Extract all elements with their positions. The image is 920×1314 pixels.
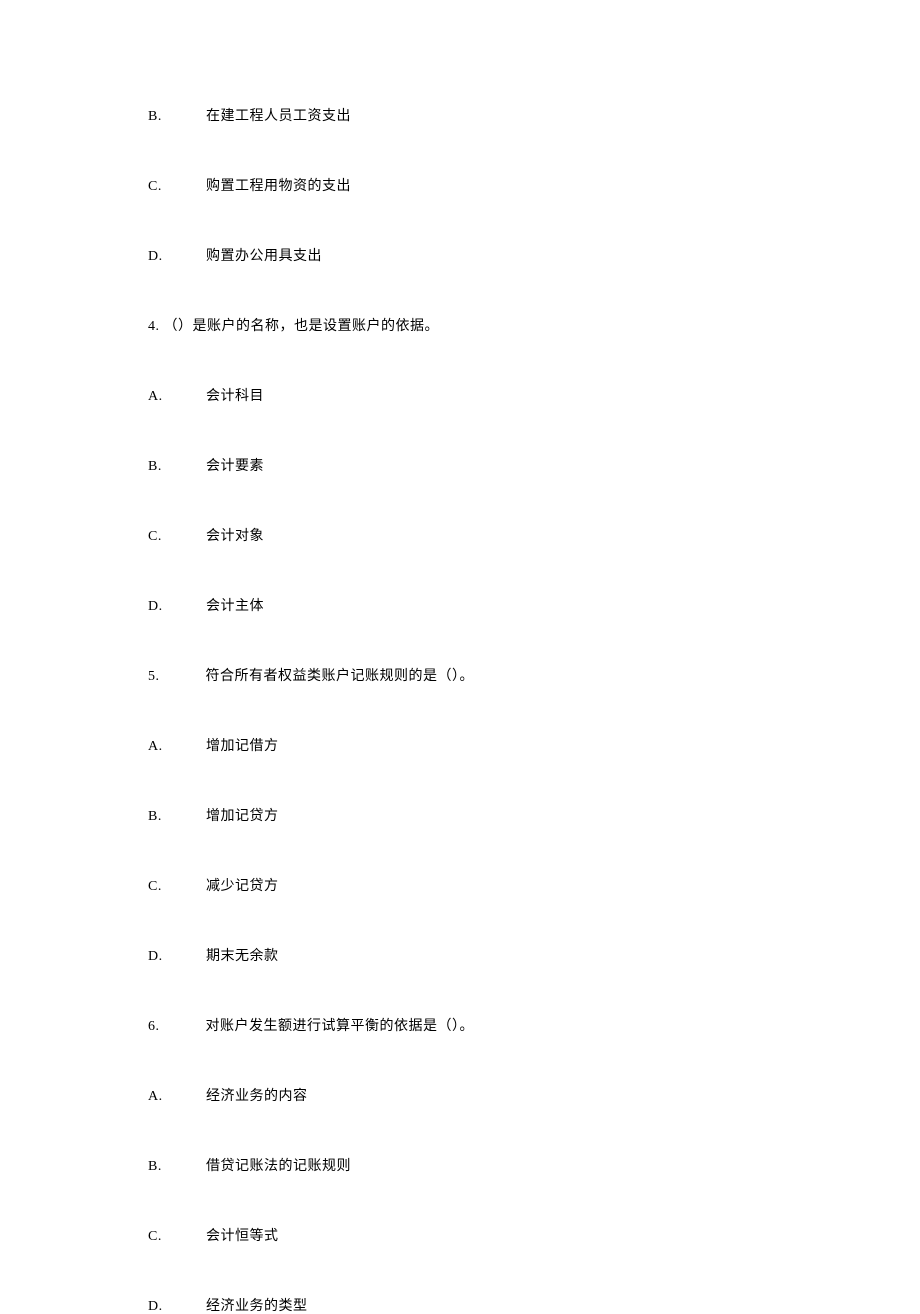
option-label: A. bbox=[148, 1090, 202, 1104]
question-number: 6. bbox=[148, 1020, 160, 1034]
option-line: D. 会计主体 bbox=[148, 600, 772, 614]
option-label: A. bbox=[148, 390, 202, 404]
question-number: 5. bbox=[148, 670, 160, 684]
option-text: 借贷记账法的记账规则 bbox=[206, 1159, 351, 1174]
option-line: A. 增加记借方 bbox=[148, 740, 772, 754]
option-line: C. 减少记贷方 bbox=[148, 880, 772, 894]
option-text: 经济业务的内容 bbox=[206, 1089, 308, 1104]
option-label: B. bbox=[148, 810, 202, 824]
option-text: 会计要素 bbox=[206, 459, 264, 474]
option-text: 购置工程用物资的支出 bbox=[206, 179, 351, 194]
question-5: 5. 符合所有者权益类账户记账规则的是（）。 bbox=[148, 670, 772, 684]
option-line: B. 会计要素 bbox=[148, 460, 772, 474]
question-text: （）是账户的名称，也是设置账户的依据。 bbox=[164, 319, 440, 334]
option-label: C. bbox=[148, 530, 202, 544]
question-4: 4. （）是账户的名称，也是设置账户的依据。 bbox=[148, 320, 772, 334]
option-label: A. bbox=[148, 740, 202, 754]
option-line: B. 增加记贷方 bbox=[148, 810, 772, 824]
option-text: 减少记贷方 bbox=[206, 879, 279, 894]
option-text: 会计对象 bbox=[206, 529, 264, 544]
option-text: 增加记贷方 bbox=[206, 809, 279, 824]
question-6: 6. 对账户发生额进行试算平衡的依据是（）。 bbox=[148, 1020, 772, 1034]
option-line: D. 期末无余款 bbox=[148, 950, 772, 964]
option-label: D. bbox=[148, 950, 202, 964]
option-line: C. 会计对象 bbox=[148, 530, 772, 544]
option-text: 会计主体 bbox=[206, 599, 264, 614]
option-text: 期末无余款 bbox=[206, 949, 279, 964]
option-label: D. bbox=[148, 250, 202, 264]
option-line: D. 购置办公用具支出 bbox=[148, 250, 772, 264]
option-label: B. bbox=[148, 1160, 202, 1174]
option-label: B. bbox=[148, 460, 202, 474]
option-line: A. 经济业务的内容 bbox=[148, 1090, 772, 1104]
option-text: 在建工程人员工资支出 bbox=[206, 109, 351, 124]
option-label: D. bbox=[148, 1300, 202, 1314]
option-line: B. 借贷记账法的记账规则 bbox=[148, 1160, 772, 1174]
question-text: 符合所有者权益类账户记账规则的是（）。 bbox=[206, 669, 475, 684]
option-line: D. 经济业务的类型 bbox=[148, 1300, 772, 1314]
option-label: C. bbox=[148, 880, 202, 894]
option-text: 会计科目 bbox=[206, 389, 264, 404]
question-text: 对账户发生额进行试算平衡的依据是（）。 bbox=[206, 1019, 475, 1034]
option-line: A. 会计科目 bbox=[148, 390, 772, 404]
option-line: C. 购置工程用物资的支出 bbox=[148, 180, 772, 194]
option-line: B. 在建工程人员工资支出 bbox=[148, 110, 772, 124]
option-label: B. bbox=[148, 110, 202, 124]
option-label: C. bbox=[148, 180, 202, 194]
option-line: C. 会计恒等式 bbox=[148, 1230, 772, 1244]
option-label: D. bbox=[148, 600, 202, 614]
option-text: 会计恒等式 bbox=[206, 1229, 279, 1244]
question-number: 4. bbox=[148, 320, 160, 334]
option-text: 经济业务的类型 bbox=[206, 1299, 308, 1314]
option-text: 购置办公用具支出 bbox=[206, 249, 322, 264]
option-text: 增加记借方 bbox=[206, 739, 279, 754]
option-label: C. bbox=[148, 1230, 202, 1244]
